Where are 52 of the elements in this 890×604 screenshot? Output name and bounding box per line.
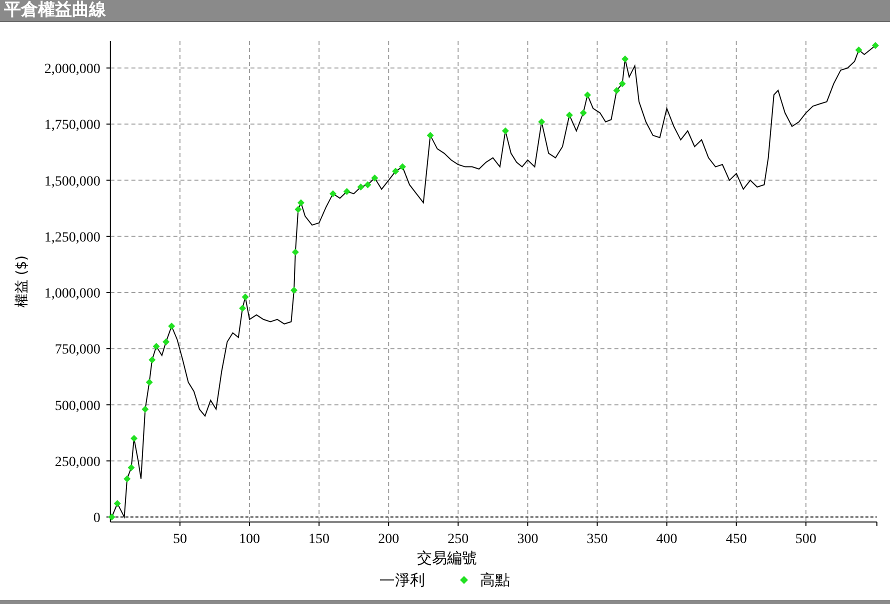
high-point-marker [855, 46, 862, 54]
high-point-marker [128, 464, 135, 472]
high-point-marker [239, 304, 246, 312]
high-point-marker [538, 118, 546, 126]
high-point-marker [152, 342, 160, 350]
chart-title: 平倉權益曲線 [4, 2, 106, 19]
high-point-marker [580, 109, 587, 116]
y-tick-label: 1,000,000 [44, 286, 100, 302]
y-tick-label: 1,250,000 [44, 230, 100, 246]
high-point-marker [148, 356, 156, 364]
high-point-marker [343, 188, 350, 195]
y-tick-label: 1,750,000 [44, 118, 100, 134]
x-tick-label: 500 [795, 532, 816, 547]
high-point-marker [142, 406, 149, 413]
high-point-marker [502, 127, 509, 134]
high-point-marker [130, 434, 138, 442]
y-tick-label: 750,000 [54, 342, 100, 358]
high-point-marker [622, 56, 629, 63]
high-point-marker [292, 248, 299, 256]
x-tick-label: 350 [586, 532, 608, 547]
y-tick-label: 2,000,000 [44, 62, 100, 77]
x-tick-label: 300 [517, 532, 538, 547]
y-tick-label: 1,500,000 [44, 174, 100, 190]
y-tick-label: 0 [93, 511, 100, 526]
high-point-marker [168, 322, 176, 330]
high-point-marker [426, 132, 434, 139]
y-axis-title: 權益 ($) [14, 255, 30, 308]
y-tick-label: 500,000 [54, 398, 100, 414]
x-tick-label: 250 [448, 532, 469, 547]
high-point-marker [584, 91, 592, 98]
high-point-marker [146, 378, 153, 386]
legend-label: 淨利 [395, 570, 425, 589]
high-point-marker [872, 42, 879, 50]
x-tick-label: 400 [656, 532, 678, 547]
x-axis-title: 交易編號 [417, 548, 477, 567]
y-tick-label: 250,000 [54, 454, 100, 470]
x-tick-label: 450 [726, 532, 747, 547]
legend-label: 高點 [480, 570, 510, 589]
x-tick-label: 50 [172, 532, 187, 547]
high-point-marker [108, 514, 116, 520]
high-point-marker [162, 338, 170, 346]
legend-line-icon [380, 579, 394, 580]
x-tick-label: 150 [308, 532, 330, 547]
legend-marker-icon [460, 576, 468, 584]
high-point-marker [124, 475, 131, 482]
high-point-marker [290, 286, 298, 294]
high-point-marker [114, 500, 121, 508]
x-tick-label: 200 [378, 532, 400, 547]
high-point-marker [242, 294, 249, 300]
high-point-marker [329, 190, 336, 198]
high-point-marker [566, 112, 573, 119]
x-tick-label: 100 [239, 532, 260, 547]
